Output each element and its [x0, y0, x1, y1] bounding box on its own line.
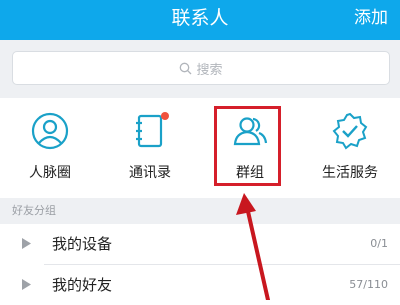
header-bar: 联系人 添加 — [0, 0, 400, 40]
entry-row: 人脉圈 通讯录 群组 生活服务 — [0, 98, 400, 198]
service-shield-icon — [332, 112, 368, 150]
search-area: 搜索 — [0, 40, 400, 98]
group-name: 我的好友 — [52, 276, 113, 294]
section-title: 好友分组 — [12, 204, 56, 217]
page-title: 联系人 — [171, 7, 229, 29]
notification-badge — [161, 112, 169, 120]
group-row-friends[interactable]: 我的好友 57/110 — [0, 265, 400, 305]
entry-contacts-circle[interactable]: 人脉圈 — [0, 98, 100, 198]
expand-triangle-icon — [22, 238, 31, 249]
person-circle-icon — [31, 112, 69, 150]
group-count: 0/1 — [370, 237, 388, 250]
entry-label: 生活服务 — [322, 165, 378, 181]
entry-label: 人脉圈 — [29, 165, 71, 181]
search-icon — [180, 62, 192, 74]
group-name: 我的设备 — [52, 235, 113, 253]
search-input[interactable]: 搜索 — [12, 51, 390, 85]
address-book-icon — [136, 112, 169, 148]
entry-life-services[interactable]: 生活服务 — [300, 98, 400, 198]
group-count: 57/110 — [349, 278, 388, 291]
entry-address-book[interactable]: 通讯录 — [100, 98, 200, 198]
search-placeholder: 搜索 — [196, 62, 223, 78]
group-row-devices[interactable]: 我的设备 0/1 — [0, 224, 400, 264]
entry-label: 通讯录 — [129, 165, 171, 181]
expand-triangle-icon — [22, 279, 31, 290]
friend-groups-section: 好友分组 — [0, 198, 400, 224]
add-button[interactable]: 添加 — [354, 0, 388, 40]
highlight-box — [214, 106, 281, 186]
